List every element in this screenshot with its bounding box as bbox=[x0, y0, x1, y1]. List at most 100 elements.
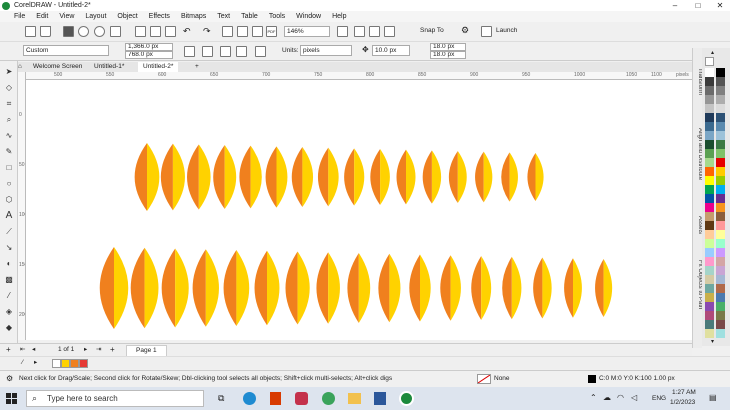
task-view-icon[interactable]: ⧉ bbox=[218, 393, 229, 404]
page-layout-icon[interactable] bbox=[255, 46, 266, 57]
chrome-browser-icon[interactable] bbox=[322, 392, 335, 405]
system-tray-chevron-icon[interactable]: ⌃ bbox=[590, 393, 597, 403]
palette-swatch[interactable] bbox=[716, 266, 725, 275]
palette-swatch[interactable] bbox=[705, 95, 714, 104]
palette-swatch[interactable] bbox=[705, 194, 714, 203]
search-content-icon[interactable] bbox=[222, 26, 233, 37]
clock-time[interactable]: 1:27 AM bbox=[672, 388, 696, 398]
petal-shape[interactable] bbox=[316, 252, 340, 324]
wifi-icon[interactable]: ◠ bbox=[617, 393, 624, 403]
menu-text[interactable]: Text bbox=[217, 13, 230, 20]
palette-swatch[interactable] bbox=[705, 131, 714, 140]
paste-icon[interactable] bbox=[165, 26, 176, 37]
home-icon[interactable]: ⌂ bbox=[18, 62, 28, 72]
palette-swatch[interactable] bbox=[716, 311, 725, 320]
palette-swatch[interactable] bbox=[705, 122, 714, 131]
palette-swatch[interactable] bbox=[705, 77, 714, 86]
palette-swatch[interactable] bbox=[716, 77, 725, 86]
file-explorer-icon[interactable] bbox=[348, 393, 361, 404]
petal-shape[interactable] bbox=[502, 256, 522, 320]
petal-shape[interactable] bbox=[223, 250, 250, 326]
copy-icon[interactable] bbox=[150, 26, 161, 37]
document-palette-swatch[interactable] bbox=[61, 359, 70, 368]
volume-icon[interactable]: ◁ bbox=[631, 393, 637, 403]
petal-shape[interactable] bbox=[595, 259, 613, 317]
horizontal-ruler[interactable]: 500 550 600 650 700 750 800 850 900 950 … bbox=[26, 72, 692, 80]
menu-tools[interactable]: Tools bbox=[269, 13, 285, 20]
petal-shape[interactable] bbox=[187, 144, 211, 210]
menu-effects[interactable]: Effects bbox=[149, 13, 170, 20]
print-icon[interactable] bbox=[110, 26, 121, 37]
maximize-button[interactable]: □ bbox=[688, 0, 708, 11]
petal-shape[interactable] bbox=[378, 253, 401, 323]
palette-swatch[interactable] bbox=[716, 86, 725, 95]
palette-swatch[interactable] bbox=[716, 221, 725, 230]
full-screen-icon[interactable] bbox=[337, 26, 348, 37]
duplicate-y-field[interactable]: 18.0 px bbox=[430, 51, 466, 59]
palette-swatch[interactable] bbox=[716, 95, 725, 104]
palette-swatch[interactable] bbox=[705, 239, 714, 248]
outline-color-swatch[interactable] bbox=[588, 375, 596, 383]
taskbar-search-input[interactable]: ⌕ Type here to search bbox=[26, 390, 204, 407]
parallel-dimension-icon[interactable]: ⟋ bbox=[4, 227, 14, 237]
upload-cloud-icon[interactable] bbox=[78, 26, 89, 37]
notifications-icon[interactable]: ▤ bbox=[709, 393, 717, 403]
options-gear-icon[interactable]: ⚙ bbox=[461, 25, 469, 35]
petal-shape[interactable] bbox=[527, 153, 544, 201]
palette-swatch[interactable] bbox=[716, 122, 725, 131]
language-indicator[interactable]: ENG bbox=[652, 394, 666, 404]
vertical-ruler[interactable]: 0 50 100 150 200 bbox=[18, 72, 26, 340]
no-fill-icon[interactable] bbox=[477, 374, 491, 384]
eyedropper-small-icon[interactable]: ⁄ bbox=[22, 358, 23, 368]
menu-edit[interactable]: Edit bbox=[36, 13, 48, 20]
palette-swatch[interactable] bbox=[705, 320, 714, 329]
palette-swatch[interactable] bbox=[716, 239, 725, 248]
current-page-icon[interactable] bbox=[202, 46, 213, 57]
petal-shape[interactable] bbox=[291, 147, 314, 207]
palette-swatch[interactable] bbox=[705, 257, 714, 266]
palette-swatch[interactable] bbox=[705, 230, 714, 239]
duplicate-x-field[interactable]: 18.0 px bbox=[430, 43, 466, 51]
new-tab-icon[interactable]: + bbox=[190, 62, 204, 72]
menu-window[interactable]: Window bbox=[296, 13, 321, 20]
add-page-icon[interactable]: + bbox=[6, 345, 11, 355]
petal-shape[interactable] bbox=[239, 145, 262, 209]
petal-shape[interactable] bbox=[370, 149, 390, 205]
palette-swatch[interactable] bbox=[705, 203, 714, 212]
launch-dropdown[interactable]: Launch bbox=[496, 26, 517, 36]
media-app-icon[interactable] bbox=[295, 392, 308, 405]
cut-icon[interactable] bbox=[135, 26, 146, 37]
petal-shape[interactable] bbox=[213, 145, 237, 209]
palette-swatch[interactable] bbox=[716, 212, 725, 221]
palette-swatch[interactable] bbox=[716, 230, 725, 239]
petal-shape[interactable] bbox=[533, 257, 552, 319]
palette-swatch[interactable] bbox=[705, 149, 714, 158]
petal-shape[interactable] bbox=[440, 255, 461, 321]
palette-swatch[interactable] bbox=[716, 131, 725, 140]
word-icon[interactable] bbox=[374, 392, 386, 405]
rectangle-tool-icon[interactable]: □ bbox=[4, 163, 14, 173]
petal-shape[interactable] bbox=[396, 149, 416, 205]
palette-swatch[interactable] bbox=[705, 275, 714, 284]
coreldraw-taskbar-icon[interactable] bbox=[399, 391, 414, 406]
show-grid-icon[interactable] bbox=[369, 26, 380, 37]
petal-shape[interactable] bbox=[134, 143, 160, 211]
save-icon[interactable] bbox=[63, 26, 74, 37]
document-palette-swatch[interactable] bbox=[79, 359, 88, 368]
units-select[interactable]: pixels bbox=[300, 45, 352, 56]
new-document-icon[interactable] bbox=[25, 26, 36, 37]
palette-swatch[interactable] bbox=[705, 185, 714, 194]
palette-swatch[interactable] bbox=[716, 329, 725, 338]
add-page-end-icon[interactable]: + bbox=[110, 345, 115, 355]
palette-swatch[interactable] bbox=[705, 140, 714, 149]
polygon-tool-icon[interactable]: ⬡ bbox=[4, 195, 14, 205]
palette-swatch[interactable] bbox=[705, 113, 714, 122]
drawing-canvas[interactable] bbox=[26, 80, 692, 340]
palette-swatch[interactable] bbox=[705, 167, 714, 176]
petal-shape[interactable] bbox=[501, 152, 518, 202]
menu-bitmaps[interactable]: Bitmaps bbox=[181, 13, 206, 20]
palette-swatch[interactable] bbox=[705, 248, 714, 257]
palette-swatch[interactable] bbox=[705, 86, 714, 95]
palette-swatch[interactable] bbox=[716, 248, 725, 257]
redo-icon[interactable]: ↷ bbox=[203, 26, 211, 36]
